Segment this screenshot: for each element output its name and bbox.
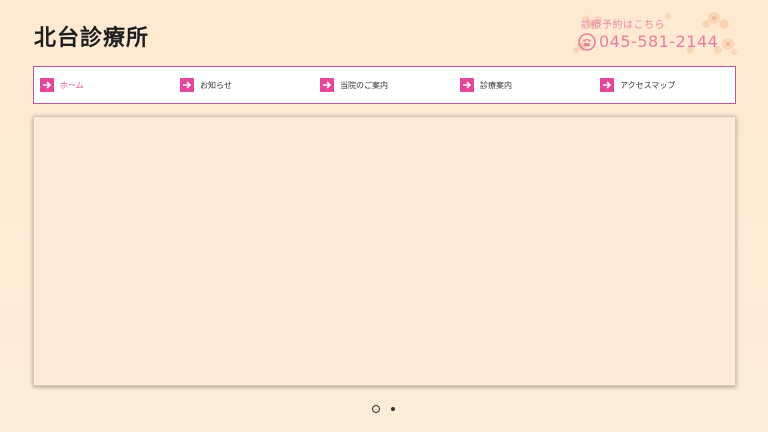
nav-item-home[interactable]: ホーム xyxy=(34,67,174,103)
arrow-right-icon xyxy=(320,78,334,92)
nav-item-news[interactable]: お知らせ xyxy=(174,67,314,103)
nav-item-label: 当院のご案内 xyxy=(340,80,388,90)
nav-item-label: 診療案内 xyxy=(480,80,512,90)
arrow-right-icon xyxy=(460,78,474,92)
contact-phone-row[interactable]: 045-581-2144 xyxy=(578,32,718,51)
nav-item-about[interactable]: 当院のご案内 xyxy=(314,67,454,103)
nav-item-label: アクセスマップ xyxy=(620,80,676,90)
contact-label: 診療予約はこちら xyxy=(581,20,665,31)
nav-item-label: お知らせ xyxy=(200,80,232,90)
site-title[interactable]: 北台診療所 xyxy=(34,20,149,52)
contact-banner[interactable]: 診療予約はこちら 045-581-2144 xyxy=(572,10,738,56)
phone-icon xyxy=(578,32,596,51)
nav-item-services[interactable]: 診療案内 xyxy=(454,67,594,103)
nav-item-access[interactable]: アクセスマップ xyxy=(594,67,734,103)
slider-pagination xyxy=(372,405,395,413)
nav-item-label: ホーム xyxy=(60,80,84,90)
arrow-right-icon xyxy=(180,78,194,92)
arrow-right-icon xyxy=(40,78,54,92)
image-slider[interactable] xyxy=(33,116,736,386)
slider-dot-1[interactable] xyxy=(372,405,380,413)
contact-phone-number[interactable]: 045-581-2144 xyxy=(599,32,718,51)
main-nav: ホーム お知らせ 当院のご案内 診療案内 アクセスマップ xyxy=(33,66,736,104)
slider-dot-2[interactable] xyxy=(391,407,395,411)
arrow-right-icon xyxy=(600,78,614,92)
